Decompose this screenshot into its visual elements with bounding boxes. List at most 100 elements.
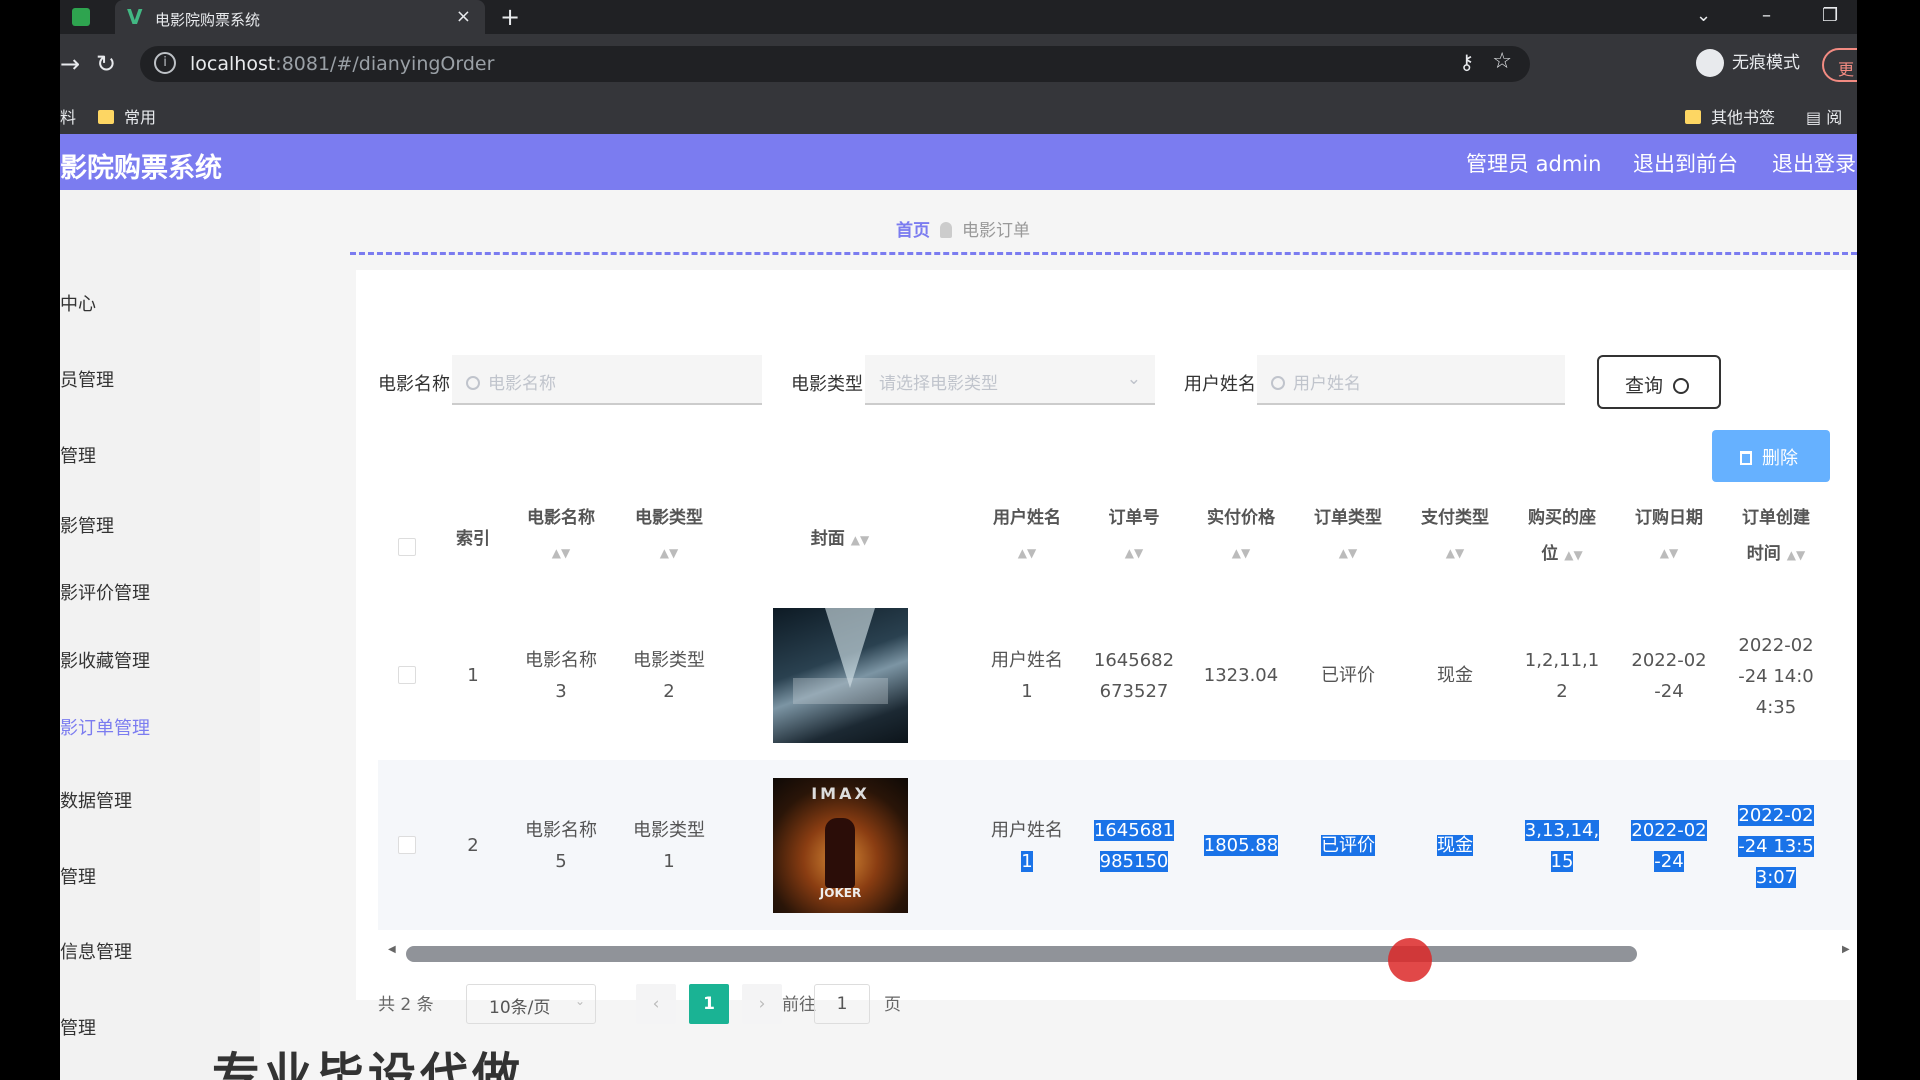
forward-icon[interactable]: →: [60, 50, 80, 78]
sidebar-item[interactable]: 数据管理: [60, 787, 132, 813]
cell-movie-type: 电影类型 2: [633, 650, 705, 702]
col-order-no[interactable]: 订单号 ▲▼: [1084, 500, 1184, 580]
sort-icon: ▲▼: [1659, 546, 1679, 560]
goto-page-input[interactable]: 1: [814, 984, 870, 1024]
movie-cover-image[interactable]: [773, 608, 908, 743]
col-order-type[interactable]: 订单类型 ▲▼: [1298, 500, 1398, 580]
new-tab-icon[interactable]: +: [500, 3, 520, 31]
admin-label: 管理员 admin: [1466, 152, 1602, 176]
cell-index: 2: [467, 835, 479, 856]
sidebar-item[interactable]: 管理: [60, 863, 96, 889]
url-input[interactable]: i localhost:8081/#/dianyingOrder ⚷ ☆: [140, 46, 1530, 82]
col-paid[interactable]: 实付价格 ▲▼: [1191, 500, 1291, 580]
sidebar-item[interactable]: 中心: [60, 290, 96, 316]
user-name-label: 用户姓名: [1184, 374, 1256, 395]
cell-seats: 3,13,14, 15: [1524, 820, 1600, 872]
prev-page-button[interactable]: ‹: [636, 984, 676, 1024]
content-panel: 电影名称 电影名称 电影类型 请选择电影类型 ⌄ 用户姓名 用户姓名 查询 删除 …: [356, 270, 1857, 1024]
sort-icon: ▲▼: [850, 533, 870, 547]
col-cover[interactable]: 封面 ▲▼: [740, 521, 940, 601]
breadcrumb: 首页 电影订单: [896, 216, 1030, 241]
sidebar-item[interactable]: 管理: [60, 442, 96, 468]
incognito-indicator[interactable]: 无痕模式: [1696, 48, 1800, 77]
cell-movie-name: 电影名称 5: [525, 820, 597, 872]
logout-link[interactable]: 退出登录: [1772, 148, 1856, 178]
col-create-time[interactable]: 订单创建 时间 ▲▼: [1726, 500, 1826, 580]
restore-icon[interactable]: ❐: [1822, 5, 1838, 26]
minimize-icon[interactable]: –: [1762, 5, 1771, 26]
app-header: 影院购票系统 管理员 admin 退出到前台 退出登录: [60, 134, 1857, 190]
reading-list[interactable]: ▤ 阅: [1806, 104, 1842, 128]
movie-type-select[interactable]: 请选择电影类型 ⌄: [865, 355, 1155, 405]
sort-icon: ▲▼: [1786, 548, 1806, 562]
browser-tab[interactable]: V 电影院购票系统 ×: [115, 0, 485, 34]
breadcrumb-home[interactable]: 首页: [896, 221, 930, 241]
sidebar-item[interactable]: 影收藏管理: [60, 647, 150, 673]
cell-paid: 1323.04: [1203, 665, 1279, 686]
col-user-name[interactable]: 用户姓名 ▲▼: [977, 500, 1077, 580]
col-order-date[interactable]: 订购日期 ▲▼: [1619, 500, 1719, 580]
bookmark-partial[interactable]: 料: [60, 104, 76, 128]
incognito-icon: [1696, 49, 1724, 77]
reload-icon[interactable]: ↻: [96, 50, 116, 78]
col-seats[interactable]: 购买的座位 ▲▼: [1512, 500, 1612, 580]
update-button[interactable]: 更: [1822, 48, 1857, 82]
col-pay-type[interactable]: 支付类型 ▲▼: [1405, 500, 1505, 580]
bookmark-folder-other[interactable]: 其他书签: [1685, 104, 1775, 128]
reading-list-icon: ▤: [1806, 108, 1827, 127]
user-name-input[interactable]: 用户姓名: [1257, 355, 1565, 405]
tab-search-icon[interactable]: ⌄: [1696, 5, 1711, 26]
table-row[interactable]: 2 电影名称 5 电影类型 1 IMAX JOKER 用户姓名 1 1645681 985…: [378, 760, 1857, 930]
sidebar-item[interactable]: 影管理: [60, 512, 114, 538]
sidebar-item[interactable]: 信息管理: [60, 938, 132, 964]
bookmark-folder-common[interactable]: 常用: [98, 104, 156, 128]
col-movie-type[interactable]: 电影类型 ▲▼: [619, 500, 719, 580]
sort-icon: ▲▼: [1017, 546, 1037, 560]
row-checkbox[interactable]: [398, 836, 416, 854]
sort-icon: ▲▼: [551, 546, 571, 560]
scrollbar-thumb[interactable]: [406, 946, 1637, 962]
cell-order-no: 1645682 673527: [1093, 650, 1175, 702]
chevron-down-icon: ⌄: [574, 994, 585, 1008]
search-icon: [1673, 378, 1690, 394]
cell-pay-type: 现金: [1437, 835, 1473, 856]
bookmarks-bar: 料 常用 其他书签 ▤ 阅: [60, 94, 1857, 134]
movie-cover-image[interactable]: IMAX JOKER: [773, 778, 908, 913]
sidebar-item[interactable]: 影评价管理: [60, 579, 150, 605]
cover-title-text: JOKER: [819, 886, 862, 900]
row-checkbox[interactable]: [398, 666, 416, 684]
cell-movie-type: 电影类型 1: [633, 820, 705, 872]
search-icon: [1271, 376, 1285, 390]
url-text: localhost:8081/#/dianyingOrder: [190, 53, 495, 75]
bookmark-star-icon[interactable]: ☆: [1492, 49, 1512, 74]
page-size-select[interactable]: 10条/页 ⌄: [466, 984, 596, 1024]
horizontal-scrollbar[interactable]: ◀ ▶: [378, 940, 1857, 964]
tab-close-icon[interactable]: ×: [456, 6, 471, 27]
page-1-button[interactable]: 1: [689, 984, 729, 1024]
scroll-right-icon[interactable]: ▶: [1842, 944, 1850, 955]
scroll-left-icon[interactable]: ◀: [388, 944, 396, 955]
vue-logo-icon: V: [127, 5, 143, 29]
back-to-front-link[interactable]: 退出到前台: [1633, 148, 1738, 178]
cover-figure: [825, 818, 855, 888]
col-movie-name[interactable]: 电影名称 ▲▼: [511, 500, 611, 580]
sheet-favicon-icon[interactable]: [72, 8, 90, 26]
table-row[interactable]: 1 电影名称 3 电影类型 2 用户姓名 1 1645682 673527 1323.0…: [378, 590, 1857, 760]
query-button[interactable]: 查询: [1597, 355, 1721, 409]
sidebar-item[interactable]: 管理: [60, 1014, 96, 1040]
browser-address-bar: → ↻ i localhost:8081/#/dianyingOrder ⚷ ☆…: [60, 34, 1857, 94]
movie-name-input[interactable]: 电影名称: [452, 355, 762, 405]
select-all-checkbox[interactable]: [398, 538, 416, 556]
next-page-button[interactable]: ›: [742, 984, 782, 1024]
sidebar-item-orders[interactable]: 影订单管理: [60, 714, 150, 740]
cell-user-name: 用户姓名 1: [991, 820, 1063, 872]
click-indicator: [1388, 938, 1432, 982]
cell-order-type: 已评价: [1321, 665, 1375, 686]
delete-button[interactable]: 删除: [1712, 430, 1830, 482]
cell-order-date: 2022-02 -24: [1631, 650, 1707, 702]
sidebar-item[interactable]: 员管理: [60, 366, 114, 392]
key-icon[interactable]: ⚷: [1459, 50, 1474, 74]
col-index: 索引: [456, 529, 490, 549]
sort-icon: ▲▼: [659, 546, 679, 560]
info-icon[interactable]: i: [154, 52, 176, 74]
